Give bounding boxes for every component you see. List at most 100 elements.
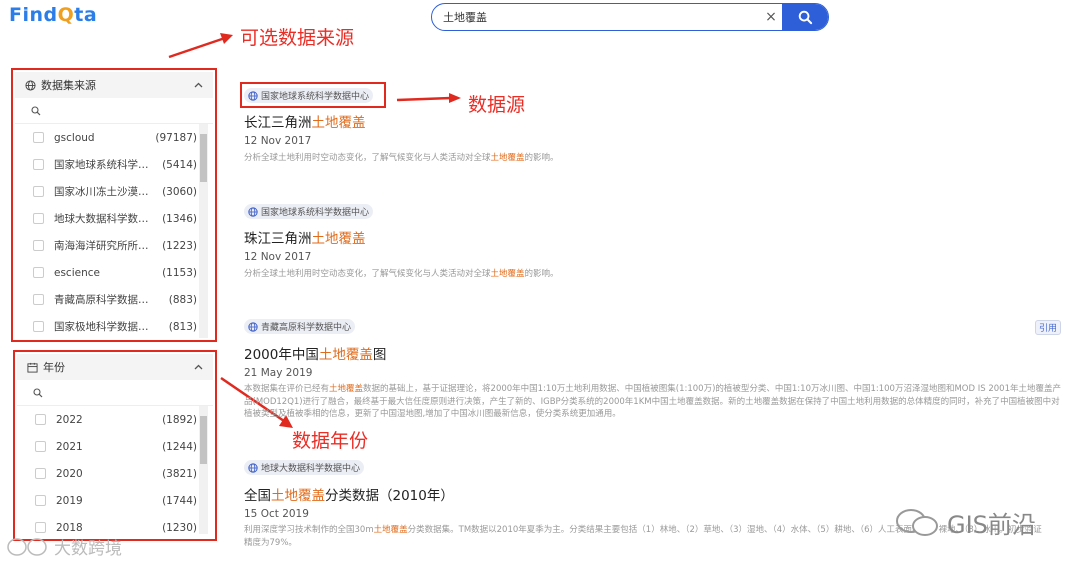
result-date: 12 Nov 2017: [244, 135, 312, 147]
result-source-tag[interactable]: 国家地球系统科学数据中心: [244, 204, 374, 219]
year-list-scrollbar[interactable]: [199, 406, 208, 534]
result-source-label: 国家地球系统科学数据中心: [261, 92, 370, 102]
result-source-tag[interactable]: 国家地球系统科学数据中心: [244, 88, 374, 103]
source-item-label: 南海海洋研究所所级中心: [54, 240, 156, 252]
result-date: 15 Oct 2019: [244, 508, 309, 520]
result-source-tag[interactable]: 地球大数据科学数据中心: [244, 460, 365, 475]
result-title[interactable]: 2000年中国土地覆盖图: [244, 343, 386, 363]
source-item-label: 地球大数据科学数据中心: [54, 213, 156, 225]
desc-highlight: 土地覆盖: [490, 153, 525, 163]
year-list: 2022 (1892) 2021 (1244) 2020 (3821) 2019 (17…: [17, 406, 213, 541]
checkbox[interactable]: [33, 186, 44, 197]
desc-text: 数据的基础上，基于证据理论，将2000年中国1:10万土地利用数据、中国植被图集…: [244, 384, 1061, 419]
checkbox[interactable]: [35, 522, 46, 533]
result-title[interactable]: 珠江三角洲土地覆盖: [244, 227, 366, 247]
year-item-2021[interactable]: 2021 (1244): [17, 433, 213, 460]
checkbox[interactable]: [33, 321, 44, 332]
source-panel-search[interactable]: [15, 98, 213, 124]
result-description: 分析全球土地利用时空动态变化，了解气候变化与人类活动对全球土地覆盖的影响。: [244, 268, 1044, 281]
cite-button[interactable]: 引用: [1035, 320, 1062, 335]
result-source-label: 国家地球系统科学数据中心: [261, 208, 370, 218]
search-input[interactable]: [432, 4, 760, 30]
source-panel-title: 数据集来源: [41, 79, 96, 92]
source-item-escience[interactable]: escience (1153): [15, 259, 213, 286]
desc-text: 本数据集在评价已经有: [244, 384, 330, 394]
globe-icon: [25, 79, 36, 91]
source-list-scrollbar[interactable]: [199, 124, 208, 338]
year-item-2022[interactable]: 2022 (1892): [17, 406, 213, 433]
annotation-label-sources: 可选数据来源: [240, 27, 355, 49]
result-title-text: 图: [372, 347, 387, 363]
annotation-arrow-sources: [168, 33, 233, 59]
findata-logo[interactable]: Find Qta: [9, 4, 97, 26]
result-title[interactable]: 全国土地覆盖分类数据（2010年）: [244, 484, 454, 504]
desc-text: 的影响。: [524, 269, 559, 279]
result-date: 12 Nov 2017: [244, 251, 312, 263]
year-item-label: 2019: [56, 494, 83, 507]
checkbox[interactable]: [33, 294, 44, 305]
result-title-highlight: 土地覆盖: [271, 488, 325, 504]
annotation-arrow-source: [396, 93, 461, 103]
source-item-label: 国家地球系统科学数据...: [54, 159, 156, 171]
clear-icon[interactable]: ×: [760, 9, 782, 25]
year-panel-search[interactable]: [17, 380, 213, 406]
source-filter-panel: 数据集来源 gscloud(97187) 国家地球系统科学数据...(5414)…: [15, 72, 213, 338]
source-item-gscloud[interactable]: gscloud (97187): [15, 124, 213, 151]
search-icon: [798, 10, 812, 24]
result-source-tag[interactable]: 青藏高原科学数据中心: [244, 319, 356, 334]
watermark-left: 大数跨境: [6, 534, 122, 559]
year-item-2019[interactable]: 2019 (1744): [17, 487, 213, 514]
scrollbar-thumb[interactable]: [200, 134, 207, 182]
search-button[interactable]: [782, 4, 828, 30]
checkbox[interactable]: [33, 267, 44, 278]
desc-highlight: 土地覆盖: [329, 384, 364, 394]
watermark-right: GIS前沿: [893, 505, 1036, 540]
checkbox[interactable]: [33, 213, 44, 224]
source-item-label: escience: [54, 266, 100, 279]
source-item-south-sea[interactable]: 南海海洋研究所所级中心(1223): [15, 232, 213, 259]
source-item-polar[interactable]: 国家极地科学数据中心 (813): [15, 313, 213, 340]
source-item-label: gscloud: [54, 131, 95, 144]
desc-text: 分析全球土地利用时空动态变化，了解气候变化与人类活动对全球: [244, 269, 491, 279]
search-bar: ×: [431, 3, 829, 31]
result-description: 分析全球土地利用时空动态变化，了解气候变化与人类活动对全球土地覆盖的影响。: [244, 152, 1044, 165]
year-filter-panel: 年份 2022 (1892) 2021 (1244) 2020 (3821) 2019…: [17, 354, 213, 537]
year-panel-header[interactable]: 年份: [17, 354, 213, 380]
result-title-text: 长江三角洲: [244, 115, 312, 131]
year-item-label: 2021: [56, 440, 83, 453]
result-source-label: 青藏高原科学数据中心: [261, 323, 352, 333]
checkbox[interactable]: [33, 159, 44, 170]
checkbox[interactable]: [35, 441, 46, 452]
source-list: gscloud(97187) 国家地球系统科学数据...(5414) 国家冰川冻…: [15, 124, 213, 340]
chevron-up-icon[interactable]: [194, 82, 203, 88]
result-title-highlight: 土地覆盖: [318, 347, 373, 363]
year-item-label: 2018: [56, 521, 83, 534]
globe-icon: [248, 462, 258, 473]
logo-text-q: Q: [57, 4, 75, 26]
desc-text: 分析全球土地利用时空动态变化，了解气候变化与人类活动对全球: [244, 153, 491, 163]
checkbox[interactable]: [35, 414, 46, 425]
scrollbar-thumb[interactable]: [200, 416, 207, 464]
desc-text: 利用深度学习技术制作的全国30m: [244, 525, 374, 535]
year-item-2020[interactable]: 2020 (3821): [17, 460, 213, 487]
source-item-earth-system[interactable]: 国家地球系统科学数据...(5414): [15, 151, 213, 178]
checkbox[interactable]: [33, 132, 44, 143]
search-icon: [31, 105, 41, 115]
annotation-label-year: 数据年份: [292, 430, 369, 452]
result-title[interactable]: 长江三角洲土地覆盖: [244, 111, 366, 131]
desc-text: 的影响。: [524, 153, 559, 163]
source-panel-header[interactable]: 数据集来源: [15, 72, 213, 98]
wechat-icon: [896, 508, 938, 536]
chevron-up-icon[interactable]: [194, 364, 203, 370]
desc-highlight: 土地覆盖: [373, 525, 408, 535]
desc-highlight: 土地覆盖: [490, 269, 525, 279]
checkbox[interactable]: [35, 495, 46, 506]
globe-icon: [248, 206, 258, 217]
source-item-big-earth-data[interactable]: 地球大数据科学数据中心(1346): [15, 205, 213, 232]
checkbox[interactable]: [33, 240, 44, 251]
calendar-icon: [27, 362, 38, 373]
checkbox[interactable]: [35, 468, 46, 479]
source-item-glacier[interactable]: 国家冰川冻土沙漠科学...(3060): [15, 178, 213, 205]
year-item-label: 2022: [56, 413, 83, 426]
source-item-tibet[interactable]: 青藏高原科学数据中心 (883): [15, 286, 213, 313]
